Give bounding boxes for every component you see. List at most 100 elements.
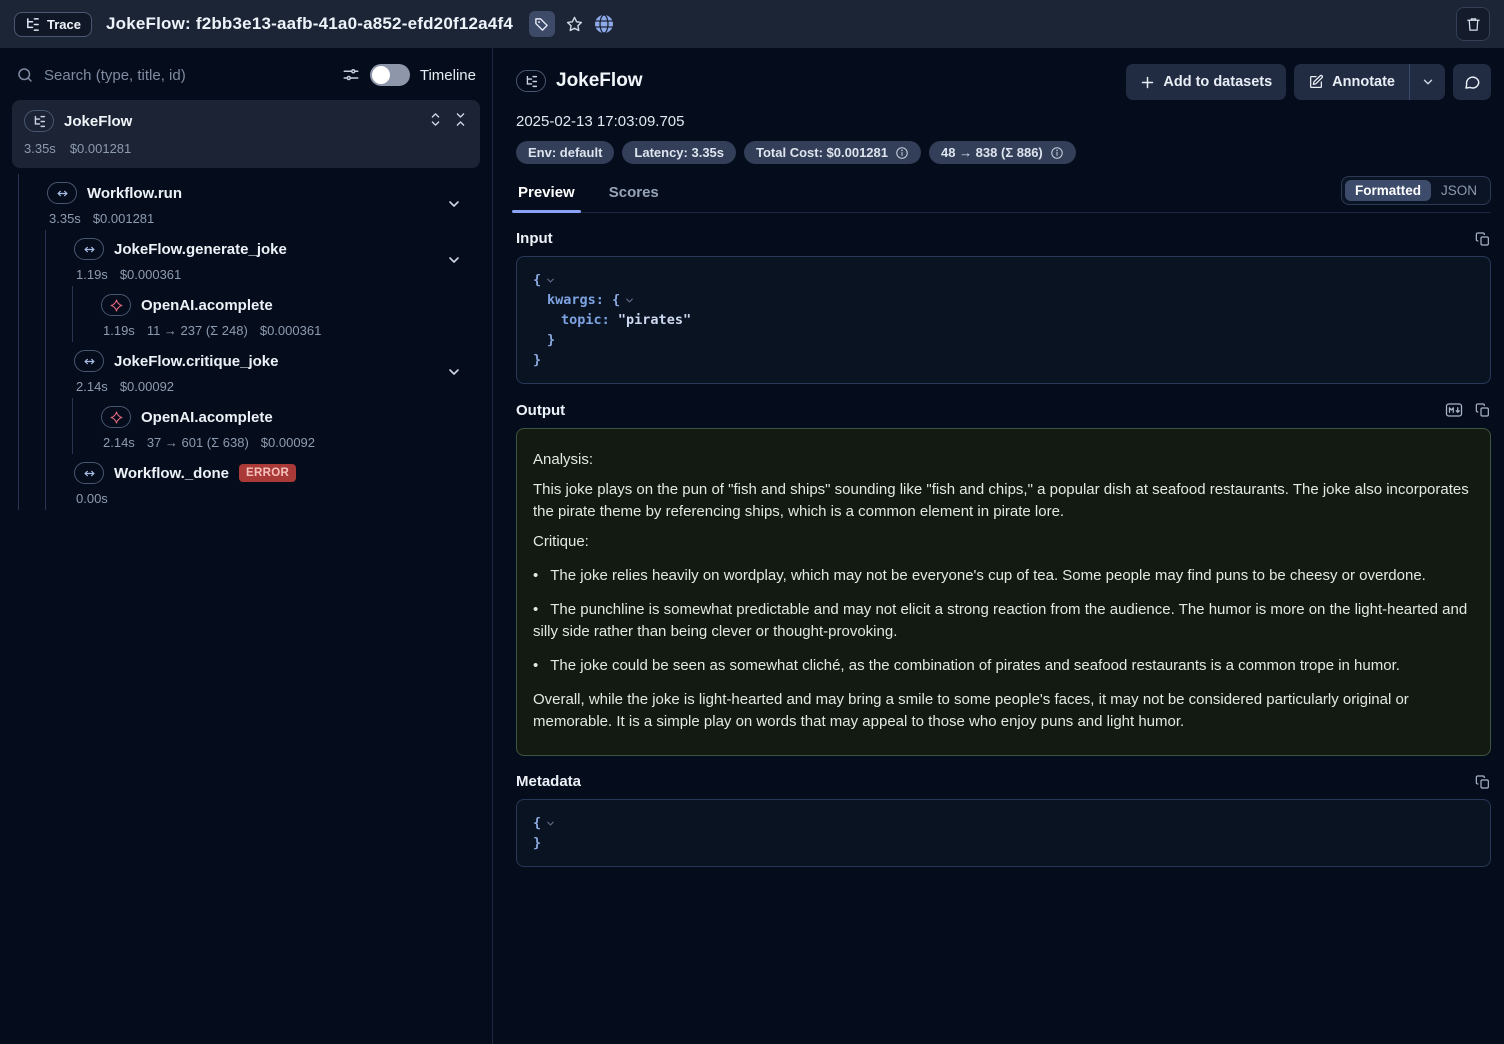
tree-node-duration: 2.14s	[103, 435, 135, 450]
tag-button[interactable]	[529, 11, 555, 37]
latency-badge: Latency: 3.35s	[622, 141, 736, 164]
tree-node-openai-acomplete-2[interactable]: OpenAI.acomplete 2.14s 37 → 601 (Σ 638) …	[73, 398, 480, 454]
markdown-toggle-icon[interactable]	[1445, 401, 1463, 419]
format-json-option[interactable]: JSON	[1431, 180, 1487, 201]
tree-node-cost: $0.00092	[261, 435, 315, 450]
tree-node-duration: 1.19s	[76, 267, 108, 282]
add-to-datasets-label: Add to datasets	[1163, 74, 1272, 90]
output-overall-text: Overall, while the joke is light-hearted…	[533, 689, 1474, 733]
info-icon	[895, 146, 909, 160]
tree-node-label: Workflow._done	[114, 465, 229, 482]
tree-node-tokens: 37 → 601 (Σ 638)	[147, 435, 249, 450]
trace-badge-label: Trace	[47, 17, 81, 32]
timeline-toggle[interactable]	[370, 64, 410, 86]
tree-node-cost: $0.000361	[120, 267, 181, 282]
search-input[interactable]	[44, 67, 332, 84]
trace-tree-sidebar: Timeline JokeFlow	[0, 48, 493, 1044]
globe-icon	[594, 14, 614, 34]
tree-node-label: JokeFlow.critique_joke	[114, 353, 279, 370]
trace-root-cost: $0.001281	[70, 141, 131, 156]
span-icon	[74, 462, 104, 484]
plus-icon	[1140, 75, 1155, 90]
comment-icon	[1463, 73, 1481, 91]
output-analysis-title: Analysis:	[533, 449, 1474, 471]
comments-button[interactable]	[1453, 64, 1491, 100]
detail-tabs: Preview Scores Formatted JSON	[516, 174, 1491, 213]
observation-tree: Workflow.run 3.35s $0.001281	[18, 174, 480, 510]
collapse-chevron-icon[interactable]	[545, 275, 556, 286]
tree-node-cost: $0.001281	[93, 211, 154, 226]
trace-root-duration: 3.35s	[24, 141, 56, 156]
tree-node-generate-joke[interactable]: JokeFlow.generate_joke 1.19s $0.000361	[46, 230, 480, 286]
input-json-viewer[interactable]: { kwargs: { topic: "pirates" } }	[516, 256, 1491, 384]
chevron-down-icon[interactable]	[446, 196, 462, 212]
annotate-button[interactable]: Annotate	[1294, 64, 1409, 100]
format-formatted-option[interactable]: Formatted	[1345, 180, 1431, 201]
env-badge: Env: default	[516, 141, 614, 164]
tree-node-openai-acomplete-1[interactable]: OpenAI.acomplete 1.19s 11 → 237 (Σ 248) …	[73, 286, 480, 342]
star-button[interactable]	[565, 15, 584, 34]
tree-node-critique-joke[interactable]: JokeFlow.critique_joke 2.14s $0.00092	[46, 342, 480, 398]
tree-node-duration: 3.35s	[49, 211, 81, 226]
tab-scores[interactable]: Scores	[607, 174, 661, 212]
chevron-down-icon[interactable]	[446, 364, 462, 380]
trace-root-label: JokeFlow	[64, 113, 132, 130]
timeline-toggle-label: Timeline	[420, 67, 476, 84]
collapse-all-icon[interactable]	[453, 112, 468, 127]
trash-icon	[1465, 16, 1482, 33]
info-icon	[1050, 146, 1064, 160]
output-bullet: The joke could be seen as somewhat clich…	[533, 655, 1474, 677]
tree-node-duration: 0.00s	[76, 491, 108, 506]
copy-icon[interactable]	[1475, 402, 1491, 418]
tree-node-workflow-done[interactable]: Workflow._done ERROR 0.00s	[46, 454, 480, 510]
edit-icon	[1308, 74, 1324, 90]
output-heading: Output	[516, 402, 565, 419]
span-icon	[74, 350, 104, 372]
input-section: Input { kwargs: { topic: "pirates"	[516, 230, 1491, 384]
search-icon	[16, 66, 34, 84]
delete-trace-button[interactable]	[1456, 7, 1490, 41]
copy-icon[interactable]	[1475, 774, 1491, 790]
metadata-section: Metadata { }	[516, 773, 1491, 867]
tree-node-label: Workflow.run	[87, 185, 182, 202]
tree-node-duration: 2.14s	[76, 379, 108, 394]
metadata-json-viewer[interactable]: { }	[516, 799, 1491, 867]
output-bullet: The joke relies heavily on wordplay, whi…	[533, 565, 1474, 587]
filter-settings-icon[interactable]	[342, 66, 360, 84]
output-markdown-viewer[interactable]: Analysis: This joke plays on the pun of …	[516, 428, 1491, 756]
add-to-datasets-button[interactable]: Add to datasets	[1126, 64, 1286, 100]
input-heading: Input	[516, 230, 553, 247]
span-icon	[47, 182, 77, 204]
error-status-badge: ERROR	[239, 464, 296, 482]
output-section: Output Analysis: This joke	[516, 401, 1491, 756]
generation-icon	[101, 294, 131, 316]
copy-icon[interactable]	[1475, 231, 1491, 247]
format-toggle: Formatted JSON	[1341, 176, 1491, 205]
public-button[interactable]	[594, 14, 614, 34]
tree-node-tokens: 11 → 237 (Σ 248)	[147, 323, 248, 338]
annotate-menu-button[interactable]	[1409, 64, 1445, 100]
collapse-chevron-icon[interactable]	[624, 295, 635, 306]
chevron-down-icon[interactable]	[446, 252, 462, 268]
chevron-down-icon	[1421, 75, 1435, 89]
tree-node-cost: $0.000361	[260, 323, 321, 338]
trace-icon	[24, 110, 54, 132]
annotate-label: Annotate	[1332, 74, 1395, 90]
tree-node-cost: $0.00092	[120, 379, 174, 394]
tree-node-label: OpenAI.acomplete	[141, 409, 273, 426]
output-critique-title: Critique:	[533, 531, 1474, 553]
collapse-chevron-icon[interactable]	[545, 818, 556, 829]
expand-all-icon[interactable]	[428, 112, 443, 127]
output-bullet: The punchline is somewhat predictable an…	[533, 599, 1474, 643]
tree-node-label: OpenAI.acomplete	[141, 297, 273, 314]
detail-title: JokeFlow	[556, 70, 643, 92]
trace-detail-panel: JokeFlow Add to datasets	[493, 48, 1504, 1044]
span-icon	[74, 238, 104, 260]
tab-preview[interactable]: Preview	[516, 174, 577, 212]
tree-node-duration: 1.19s	[103, 323, 135, 338]
star-icon	[565, 15, 584, 34]
trace-root-item[interactable]: JokeFlow 3.35s $0.001281	[12, 100, 480, 168]
tree-node-workflow-run[interactable]: Workflow.run 3.35s $0.001281	[19, 174, 480, 230]
tree-node-label: JokeFlow.generate_joke	[114, 241, 287, 258]
trace-timestamp: 2025-02-13 17:03:09.705	[516, 113, 1491, 130]
